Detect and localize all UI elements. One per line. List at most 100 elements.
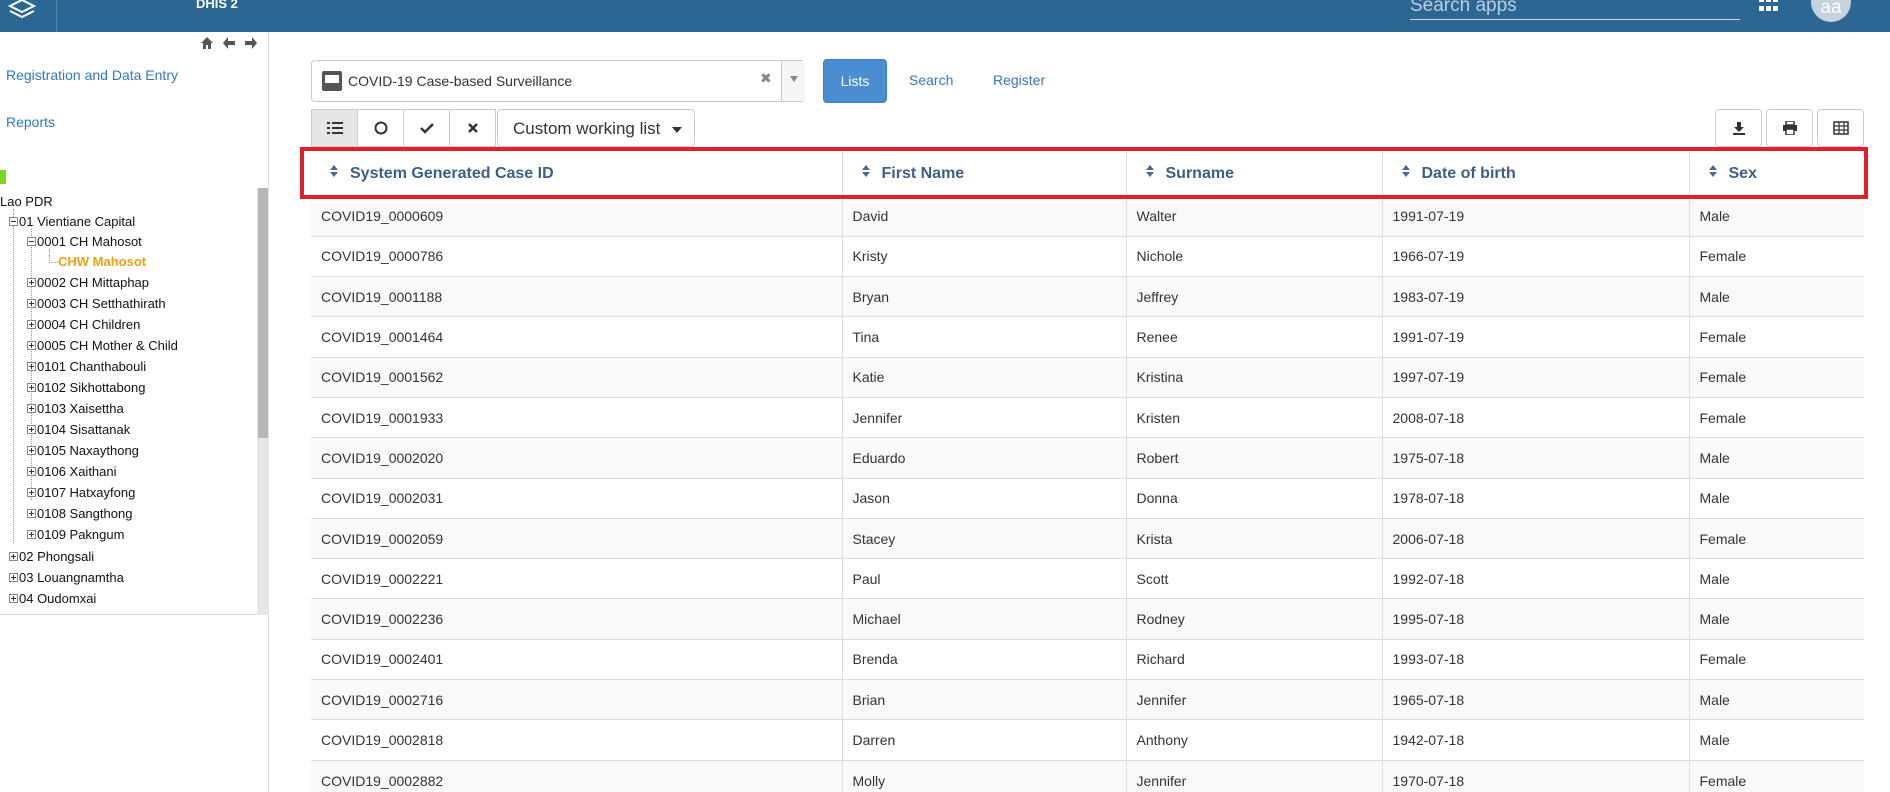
- table-row[interactable]: COVID19_0002059 Stacey Krista 2006-07-18 Fem…: [311, 517, 1864, 559]
- tree-node-xaisettha[interactable]: 0103 Xaisettha: [27, 401, 124, 419]
- expand-toggle-icon[interactable]: [27, 299, 36, 308]
- cell-first-name: Brian: [842, 679, 1127, 720]
- working-list-label: Custom working list: [513, 119, 661, 138]
- check-icon: [419, 123, 434, 134]
- arrow-left-icon[interactable]: [222, 36, 236, 50]
- tree-node-label: 0001 CH Mahosot: [37, 234, 142, 249]
- table-row[interactable]: COVID19_0002716 Brian Jennifer 1965-07-18 Ma…: [311, 679, 1864, 720]
- tree-node-ch-mittaphap[interactable]: 0002 CH Mittaphap: [27, 275, 149, 293]
- table-row[interactable]: COVID19_0002031 Jason Donna 1978-07-18 Male: [311, 477, 1864, 519]
- expand-toggle-icon[interactable]: [27, 383, 36, 392]
- menu-link-reports[interactable]: Reports: [6, 114, 55, 130]
- expand-toggle-icon[interactable]: [27, 509, 36, 518]
- column-header-surname[interactable]: Surname: [1126, 152, 1383, 196]
- sort-icon: [329, 164, 339, 179]
- expand-toggle-icon[interactable]: [27, 446, 36, 455]
- table-row[interactable]: COVID19_0002401 Brenda Richard 1993-07-18 Fe…: [311, 638, 1864, 680]
- tree-node-louangnamtha[interactable]: 03 Louangnamtha: [9, 570, 124, 588]
- tree-scrollbar[interactable]: [257, 188, 269, 615]
- program-select[interactable]: COVID-19 Case-based Surveillance ✖: [311, 60, 805, 102]
- cell-sex: Female: [1689, 356, 1864, 398]
- column-header-label: Sex: [1728, 164, 1757, 182]
- tree-node-ch-mother-child[interactable]: 0005 CH Mother & Child: [27, 338, 178, 356]
- tree-node-sisattanak[interactable]: 0104 Sisattanak: [27, 422, 130, 440]
- home-icon[interactable]: [200, 36, 214, 50]
- tree-node-lao-pdr[interactable]: Lao PDR: [0, 194, 53, 212]
- column-header-date-of-birth[interactable]: Date of birth: [1382, 152, 1690, 196]
- cell-case-id: COVID19_0001188: [311, 276, 843, 317]
- completed-filter-button[interactable]: [403, 109, 450, 147]
- tree-node-chw-mahosot[interactable]: CHW Mahosot: [49, 254, 146, 272]
- cell-date-of-birth: 1992-07-18: [1382, 558, 1690, 599]
- chevron-down-icon[interactable]: [781, 61, 805, 101]
- user-avatar[interactable]: aa: [1811, 0, 1851, 22]
- collapse-toggle-icon[interactable]: [27, 237, 36, 246]
- table-row[interactable]: COVID19_0002882 Molly Jennifer 1970-07-18 Fe…: [311, 759, 1864, 792]
- tree-node-xaithani[interactable]: 0106 Xaithani: [27, 464, 117, 482]
- tree-scrollbar-thumb[interactable]: [258, 188, 268, 438]
- table-row[interactable]: COVID19_0002236 Michael Rodney 1995-07-18 Ma…: [311, 598, 1864, 640]
- expand-toggle-icon[interactable]: [27, 425, 36, 434]
- column-header-sex[interactable]: Sex: [1689, 152, 1864, 196]
- tree-node-sikhottabong[interactable]: 0102 Sikhottabong: [27, 380, 145, 398]
- tab-register[interactable]: Register: [993, 72, 1045, 88]
- table-row[interactable]: COVID19_0001933 Jennifer Kristen 2008-07-18…: [311, 396, 1864, 438]
- expand-toggle-icon[interactable]: [27, 530, 36, 539]
- circle-icon: [374, 121, 387, 135]
- download-button[interactable]: [1715, 109, 1762, 147]
- cell-first-name: Michael: [842, 598, 1127, 640]
- table-row[interactable]: COVID19_0002818 Darren Anthony 1942-07-18 Ma…: [311, 719, 1864, 761]
- expand-toggle-icon[interactable]: [27, 341, 36, 350]
- cell-date-of-birth: 1942-07-18: [1382, 719, 1690, 761]
- custom-working-list-dropdown[interactable]: Custom working list: [497, 109, 695, 147]
- dhis2-logo-icon[interactable]: [4, 0, 40, 28]
- tree-node-sangthong[interactable]: 0108 Sangthong: [27, 506, 132, 524]
- print-button[interactable]: [1766, 109, 1813, 147]
- expand-toggle-icon[interactable]: [27, 488, 36, 497]
- tree-node-hatxayfong[interactable]: 0107 Hatxayfong: [27, 485, 135, 503]
- expand-toggle-icon[interactable]: [9, 552, 18, 561]
- table-row[interactable]: COVID19_0001188 Bryan Jeffrey 1983-07-19 Mal…: [311, 276, 1864, 317]
- column-settings-button[interactable]: [1817, 109, 1864, 147]
- cancelled-filter-button[interactable]: [449, 109, 496, 147]
- cell-date-of-birth: 1997-07-19: [1382, 356, 1690, 398]
- expand-toggle-icon[interactable]: [9, 573, 18, 582]
- table-row[interactable]: COVID19_0000786 Kristy Nichole 1966-07-19 Fe…: [311, 235, 1864, 277]
- clear-program-icon[interactable]: ✖: [760, 70, 772, 87]
- tree-node-pakngum[interactable]: 0109 Pakngum: [27, 527, 124, 545]
- cell-first-name: Jason: [842, 477, 1127, 519]
- tree-node-chanthabouli[interactable]: 0101 Chanthabouli: [27, 359, 146, 377]
- table-row[interactable]: COVID19_0002020 Eduardo Robert 1975-07-18 Ma…: [311, 437, 1864, 479]
- search-apps-input[interactable]: [1410, 0, 1740, 20]
- expand-toggle-icon[interactable]: [27, 320, 36, 329]
- cell-date-of-birth: 1995-07-18: [1382, 598, 1690, 640]
- expand-toggle-icon[interactable]: [9, 594, 18, 603]
- open-filter-button[interactable]: [357, 109, 404, 147]
- program-bed-icon: [322, 71, 342, 91]
- apps-menu-icon[interactable]: [1759, 0, 1779, 13]
- table-row[interactable]: COVID19_0000609 David Walter 1991-07-19 Male: [311, 195, 1864, 237]
- expand-toggle-icon[interactable]: [27, 278, 36, 287]
- column-header-first-name[interactable]: First Name: [842, 152, 1127, 196]
- menu-link-registration[interactable]: Registration and Data Entry: [6, 67, 178, 83]
- tree-node-ch-setthathirath[interactable]: 0003 CH Setthathirath: [27, 296, 166, 314]
- tree-node-naxaythong[interactable]: 0105 Naxaythong: [27, 443, 139, 461]
- arrow-right-icon[interactable]: [244, 36, 258, 50]
- table-row[interactable]: COVID19_0001464 Tina Renee 1991-07-19 Female: [311, 316, 1864, 358]
- tab-lists[interactable]: Lists: [823, 59, 887, 103]
- tab-search[interactable]: Search: [909, 72, 953, 88]
- column-header-case-id[interactable]: System Generated Case ID: [311, 152, 843, 196]
- cell-sex: Male: [1689, 679, 1864, 720]
- tree-node-ch-mahosot[interactable]: 0001 CH Mahosot: [27, 234, 142, 252]
- tree-node-vientiane-capital[interactable]: 01 Vientiane Capital: [9, 214, 135, 232]
- expand-toggle-icon[interactable]: [27, 404, 36, 413]
- collapse-toggle-icon[interactable]: [9, 217, 18, 226]
- tree-node-phongsali[interactable]: 02 Phongsali: [9, 549, 94, 567]
- tree-node-oudomxai[interactable]: 04 Oudomxai: [9, 591, 96, 609]
- expand-toggle-icon[interactable]: [27, 467, 36, 476]
- table-row[interactable]: COVID19_0002221 Paul Scott 1992-07-18 Male: [311, 558, 1864, 599]
- expand-toggle-icon[interactable]: [27, 362, 36, 371]
- list-view-button[interactable]: [311, 109, 358, 147]
- tree-node-ch-children[interactable]: 0004 CH Children: [27, 317, 140, 335]
- table-row[interactable]: COVID19_0001562 Katie Kristina 1997-07-19 Fe…: [311, 356, 1864, 398]
